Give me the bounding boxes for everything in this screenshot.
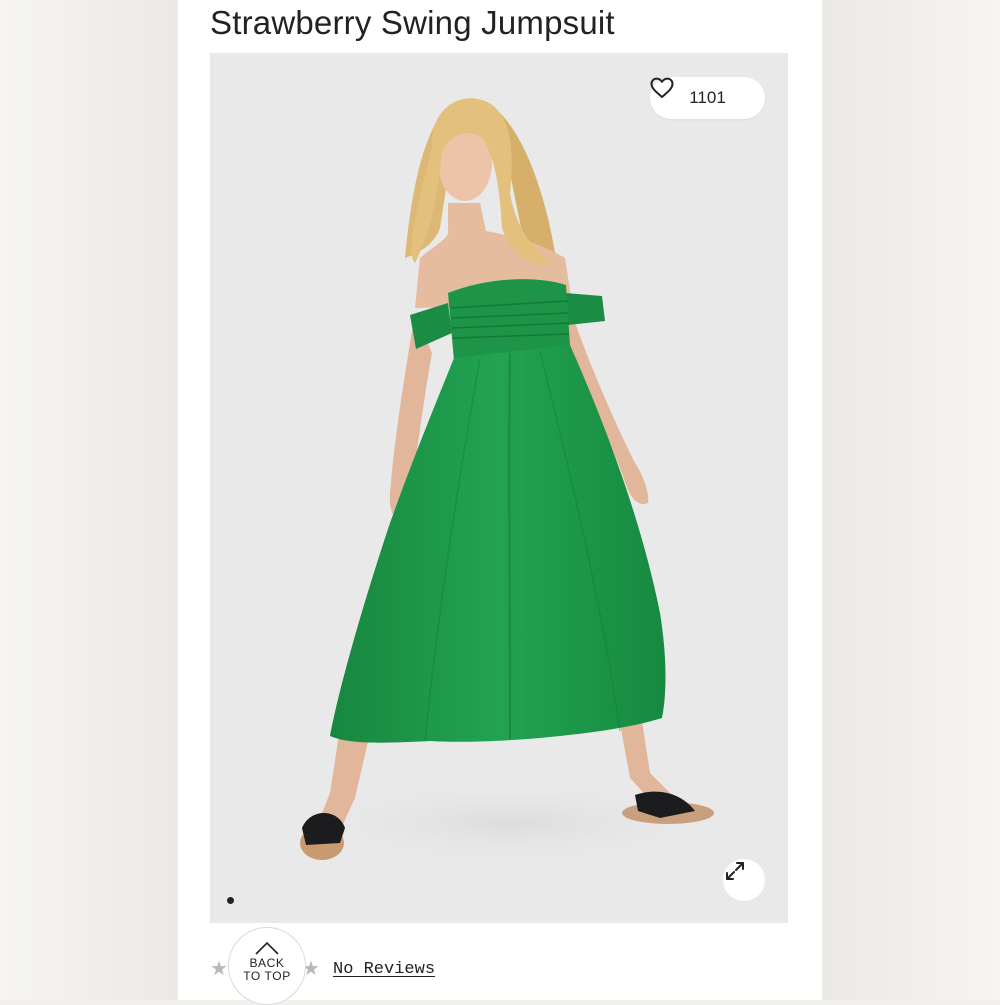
back-to-top-button[interactable]: BACK TO TOP: [228, 927, 306, 1005]
product-image[interactable]: 1101: [210, 53, 788, 923]
chevron-up-icon: [255, 941, 279, 955]
model-illustration: [280, 98, 740, 868]
product-card: Strawberry Swing Jumpsuit 1101 ★ ★ BACK …: [178, 0, 822, 1005]
like-button[interactable]: 1101: [650, 77, 765, 119]
expand-arrows-icon: [726, 862, 744, 880]
star-icon: ★: [210, 958, 228, 980]
back-to-top-line2: TO TOP: [243, 969, 291, 983]
heart-icon: [650, 77, 674, 98]
expand-image-button[interactable]: [723, 859, 765, 901]
rating-row: ★ ★ BACK TO TOP No Reviews: [210, 927, 770, 1005]
carousel-dot-active[interactable]: [227, 897, 234, 904]
backdrop-left: [0, 0, 178, 1000]
likes-count: 1101: [689, 88, 726, 107]
backdrop-right: [822, 0, 1000, 1000]
product-title: Strawberry Swing Jumpsuit: [210, 4, 615, 41]
reviews-link[interactable]: No Reviews: [333, 960, 435, 979]
